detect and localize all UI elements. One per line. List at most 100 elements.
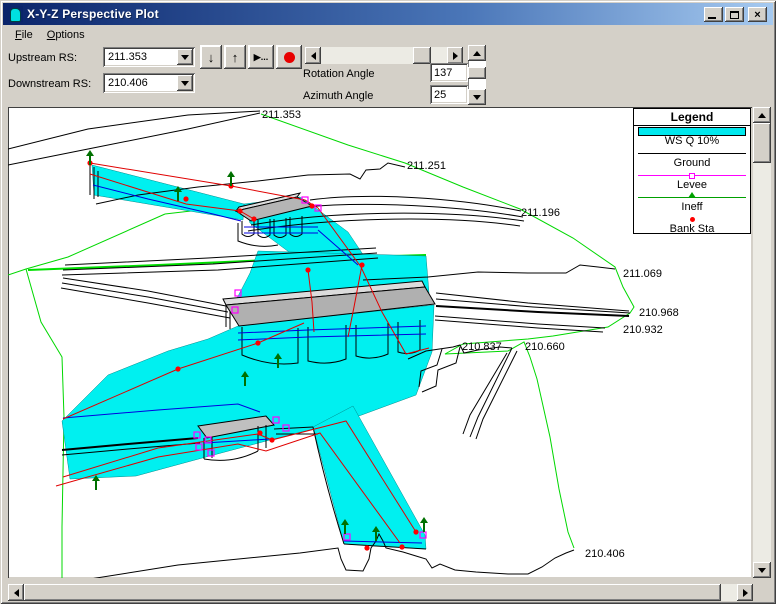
- record-icon: [283, 51, 295, 63]
- scroll-right-button[interactable]: [737, 584, 753, 601]
- rotation-scrollbar[interactable]: [305, 47, 463, 64]
- step-upstream-button[interactable]: ↑: [224, 45, 246, 69]
- window-title: X-Y-Z Perspective Plot: [27, 7, 159, 21]
- legend-swatch-line-square: [634, 170, 750, 180]
- menu-options[interactable]: Options: [41, 27, 91, 43]
- bank-station-marker: [237, 208, 243, 214]
- legend-swatch-line-triangle: [634, 191, 750, 202]
- bank-station-marker: [255, 340, 261, 346]
- maximize-button[interactable]: [725, 7, 744, 22]
- azimuth-angle-input[interactable]: 25: [430, 85, 468, 104]
- station-label: 210.837: [462, 341, 502, 353]
- rotation-angle-value: 137: [434, 66, 453, 79]
- rotation-angle-input[interactable]: 137: [430, 63, 468, 82]
- step-downstream-button[interactable]: ↓: [200, 45, 222, 69]
- maximize-icon: [730, 10, 739, 19]
- arrow-down-icon: [758, 567, 766, 573]
- scroll-left-button[interactable]: [8, 584, 24, 601]
- menu-file[interactable]: File: [9, 27, 39, 43]
- scroll-left-button[interactable]: [305, 47, 321, 64]
- upstream-rs-label: Upstream RS:: [8, 52, 78, 64]
- arrow-right-icon: [742, 588, 748, 597]
- water-surface-upper: [91, 164, 245, 221]
- bank-station-marker: [413, 529, 419, 535]
- hscrollbar-thumb[interactable]: [24, 584, 721, 601]
- vscrollbar-thumb[interactable]: [753, 123, 771, 163]
- upstream-rs-value: 211.353: [108, 51, 147, 63]
- bank-station-marker: [309, 203, 315, 209]
- legend-label: Levee: [677, 179, 707, 191]
- scrollbar-thumb[interactable]: [413, 47, 431, 64]
- legend-title: Legend: [634, 109, 750, 126]
- downstream-rs-combobox[interactable]: 210.406: [103, 73, 195, 93]
- station-label: 210.406: [585, 548, 625, 560]
- play-icon: ▶...: [253, 51, 269, 62]
- bank-station-marker: [175, 366, 181, 372]
- scroll-right-button[interactable]: [447, 47, 463, 64]
- downstream-rs-value: 210.406: [108, 77, 148, 89]
- bank-station-marker: [183, 196, 189, 202]
- spinner-thumb[interactable]: [468, 67, 486, 79]
- minimize-icon: [708, 17, 716, 19]
- downstream-rs-label: Downstream RS:: [8, 78, 92, 90]
- legend-entries: WS Q 10% Ground Levee Ineff Bank Sta: [634, 126, 750, 236]
- angle-spinner[interactable]: [468, 45, 486, 105]
- close-icon: ×: [754, 8, 761, 21]
- azimuth-angle-value: 25: [434, 88, 447, 101]
- station-label: 210.932: [623, 324, 663, 336]
- record-button[interactable]: [276, 45, 302, 69]
- legend-swatch-line: [634, 148, 750, 158]
- legend-entry: Levee: [634, 170, 750, 192]
- scroll-up-button[interactable]: [753, 107, 771, 123]
- close-button[interactable]: ×: [748, 7, 767, 22]
- arrow-left-icon: [310, 51, 316, 60]
- station-label: 210.660: [525, 341, 565, 353]
- xyz-perspective-window: X-Y-Z Perspective Plot × File Options Up…: [0, 0, 776, 604]
- horizontal-scrollbar[interactable]: [8, 584, 753, 601]
- chevron-down-icon: [181, 80, 189, 86]
- station-label: 211.196: [521, 207, 560, 219]
- water-surface-strip: [312, 405, 427, 550]
- legend-label: WS Q 10%: [664, 135, 720, 147]
- perspective-plot-area: 211.353 211.251 211.196 211.069 210.968 210.9…: [8, 107, 752, 578]
- chevron-down-icon: [181, 54, 189, 60]
- ineff-arrow-icon: [86, 150, 94, 165]
- plot-legend: Legend WS Q 10% Ground Levee Ineff Bank Sta: [633, 108, 751, 236]
- rotation-angle-label: Rotation Angle: [303, 68, 375, 80]
- vertical-scrollbar[interactable]: [753, 107, 771, 578]
- spinner-down-button[interactable]: [468, 89, 486, 105]
- arrow-up-icon: [758, 112, 766, 118]
- bank-station-marker: [359, 262, 365, 268]
- legend-entry: Ineff: [634, 191, 750, 214]
- legend-label: Ground: [673, 157, 711, 169]
- downstream-dropdown-button[interactable]: [177, 75, 193, 91]
- spinner-up-button[interactable]: [468, 45, 486, 61]
- legend-entry: Ground: [634, 148, 750, 170]
- bank-station-marker: [364, 545, 370, 551]
- legend-entry: Bank Sta: [634, 214, 750, 236]
- upstream-rs-combobox[interactable]: 211.353: [103, 47, 195, 67]
- arrow-left-icon: [13, 588, 19, 597]
- upstream-dropdown-button[interactable]: [177, 49, 193, 65]
- arrow-down-icon: [473, 94, 481, 100]
- station-label: 211.069: [623, 268, 662, 280]
- animate-button[interactable]: ▶...: [248, 45, 274, 69]
- station-label: 211.353: [262, 109, 301, 121]
- scrollbar-corner: [753, 584, 771, 601]
- bank-station-marker: [399, 544, 405, 550]
- menubar: File Options: [3, 25, 773, 45]
- legend-label: Ineff: [681, 201, 703, 213]
- titlebar[interactable]: X-Y-Z Perspective Plot ×: [3, 3, 773, 25]
- bank-station-marker: [305, 267, 311, 273]
- bank-station-marker: [251, 216, 257, 222]
- bank-station-marker: [269, 437, 275, 443]
- minimize-button[interactable]: [704, 7, 723, 22]
- legend-entry: WS Q 10%: [634, 126, 750, 148]
- up-arrow-icon: ↑: [231, 49, 239, 65]
- bank-station-marker: [257, 430, 263, 436]
- down-arrow-icon: ↓: [207, 49, 215, 65]
- scroll-down-button[interactable]: [753, 562, 771, 578]
- arrow-right-icon: [452, 51, 458, 60]
- legend-swatch-dot: [634, 214, 750, 224]
- toolbar: Upstream RS: 211.353 Downstream RS: 210.…: [3, 45, 773, 107]
